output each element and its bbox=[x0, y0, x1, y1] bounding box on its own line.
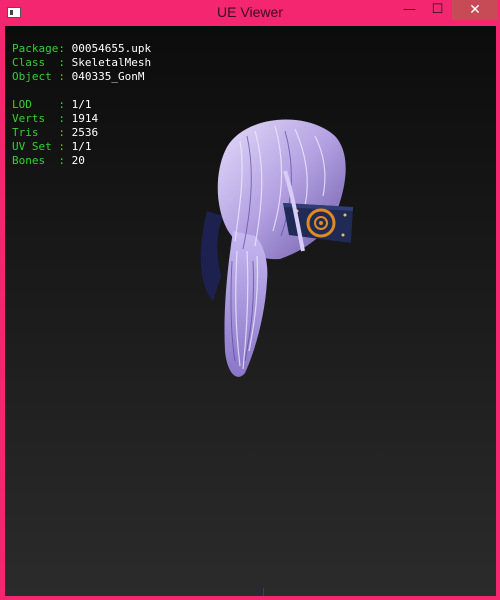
object-value: 040335_GonM bbox=[71, 70, 145, 83]
lod-line: LOD : 1/1 bbox=[12, 98, 92, 111]
class-value: SkeletalMesh bbox=[71, 56, 152, 69]
class-label: Class bbox=[12, 56, 59, 69]
bones-label: Bones bbox=[12, 154, 59, 167]
package-value: 00054655.upk bbox=[71, 42, 152, 55]
verts-label: Verts bbox=[12, 112, 59, 125]
3d-viewport[interactable]: Package: 00054655.upk Class : SkeletalMes… bbox=[5, 26, 496, 596]
bones-line: Bones : 20 bbox=[12, 154, 85, 167]
uvset-label: UV Set bbox=[12, 140, 59, 153]
bones-value: 20 bbox=[71, 154, 85, 167]
title-bar[interactable]: UE Viewer — ☐ ✕ bbox=[0, 0, 500, 26]
verts-value: 1914 bbox=[71, 112, 99, 125]
minimize-button[interactable]: — bbox=[396, 0, 423, 20]
hair-mesh-model[interactable] bbox=[185, 111, 365, 391]
package-line: Package: 00054655.upk bbox=[12, 42, 152, 55]
axis-indicator bbox=[263, 588, 264, 596]
class-line: Class : SkeletalMesh bbox=[12, 56, 152, 69]
mesh-stats: LOD : 1/1 Verts : 1914 Tris : 2536 UV Set :… bbox=[12, 98, 98, 168]
ue-viewer-window: UE Viewer — ☐ ✕ Package: 00054655.upk Cla… bbox=[0, 0, 500, 600]
mesh-info-header: Package: 00054655.upk Class : SkeletalMes… bbox=[12, 42, 151, 84]
tris-label: Tris bbox=[12, 126, 59, 139]
uvset-value: 1/1 bbox=[71, 140, 92, 153]
lod-value: 1/1 bbox=[71, 98, 92, 111]
object-label: Object bbox=[12, 70, 59, 83]
close-button[interactable]: ✕ bbox=[452, 0, 498, 20]
package-label: Package bbox=[12, 42, 59, 55]
tris-value: 2536 bbox=[71, 126, 99, 139]
maximize-button[interactable]: ☐ bbox=[424, 0, 451, 20]
object-line: Object : 040335_GonM bbox=[12, 70, 145, 83]
tris-line: Tris : 2536 bbox=[12, 126, 99, 139]
verts-line: Verts : 1914 bbox=[12, 112, 99, 125]
uvset-line: UV Set : 1/1 bbox=[12, 140, 92, 153]
lod-label: LOD bbox=[12, 98, 59, 111]
